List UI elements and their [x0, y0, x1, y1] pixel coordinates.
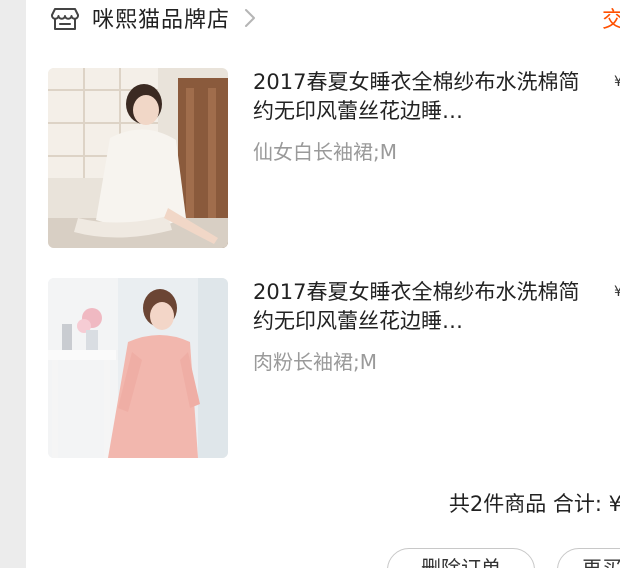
item-price: ¥	[614, 284, 620, 300]
order-card: 咪熙猫品牌店 交 2017春夏女睡衣全棉纱布水洗棉简约无印风蕾丝花边睡… 仙女白…	[26, 0, 620, 568]
delete-order-button[interactable]: 删除订单	[387, 548, 535, 568]
item-title[interactable]: 2017春夏女睡衣全棉纱布水洗棉简约无印风蕾丝花边睡…	[253, 68, 583, 126]
item-sku: 仙女白长袖裙;M	[253, 140, 397, 164]
shop-header[interactable]: 咪熙猫品牌店	[50, 0, 256, 36]
order-item[interactable]: 2017春夏女睡衣全棉纱布水洗棉简约无印风蕾丝花边睡… 肉粉长袖裙;M ¥	[48, 278, 620, 458]
chevron-right-icon	[245, 9, 256, 27]
item-title[interactable]: 2017春夏女睡衣全棉纱布水洗棉简约无印风蕾丝花边睡…	[253, 278, 583, 336]
buy-again-button[interactable]: 再买	[557, 548, 620, 568]
item-price: ¥	[614, 74, 620, 90]
order-item[interactable]: 2017春夏女睡衣全棉纱布水洗棉简约无印风蕾丝花边睡… 仙女白长袖裙;M ¥	[48, 68, 620, 248]
shop-name[interactable]: 咪熙猫品牌店	[92, 2, 230, 34]
order-status: 交	[601, 8, 620, 33]
product-image[interactable]	[48, 68, 228, 248]
product-image[interactable]	[48, 278, 228, 458]
order-summary: 共2件商品 合计: ¥	[448, 492, 620, 516]
item-sku: 肉粉长袖裙;M	[253, 350, 377, 374]
shop-icon	[51, 8, 79, 30]
